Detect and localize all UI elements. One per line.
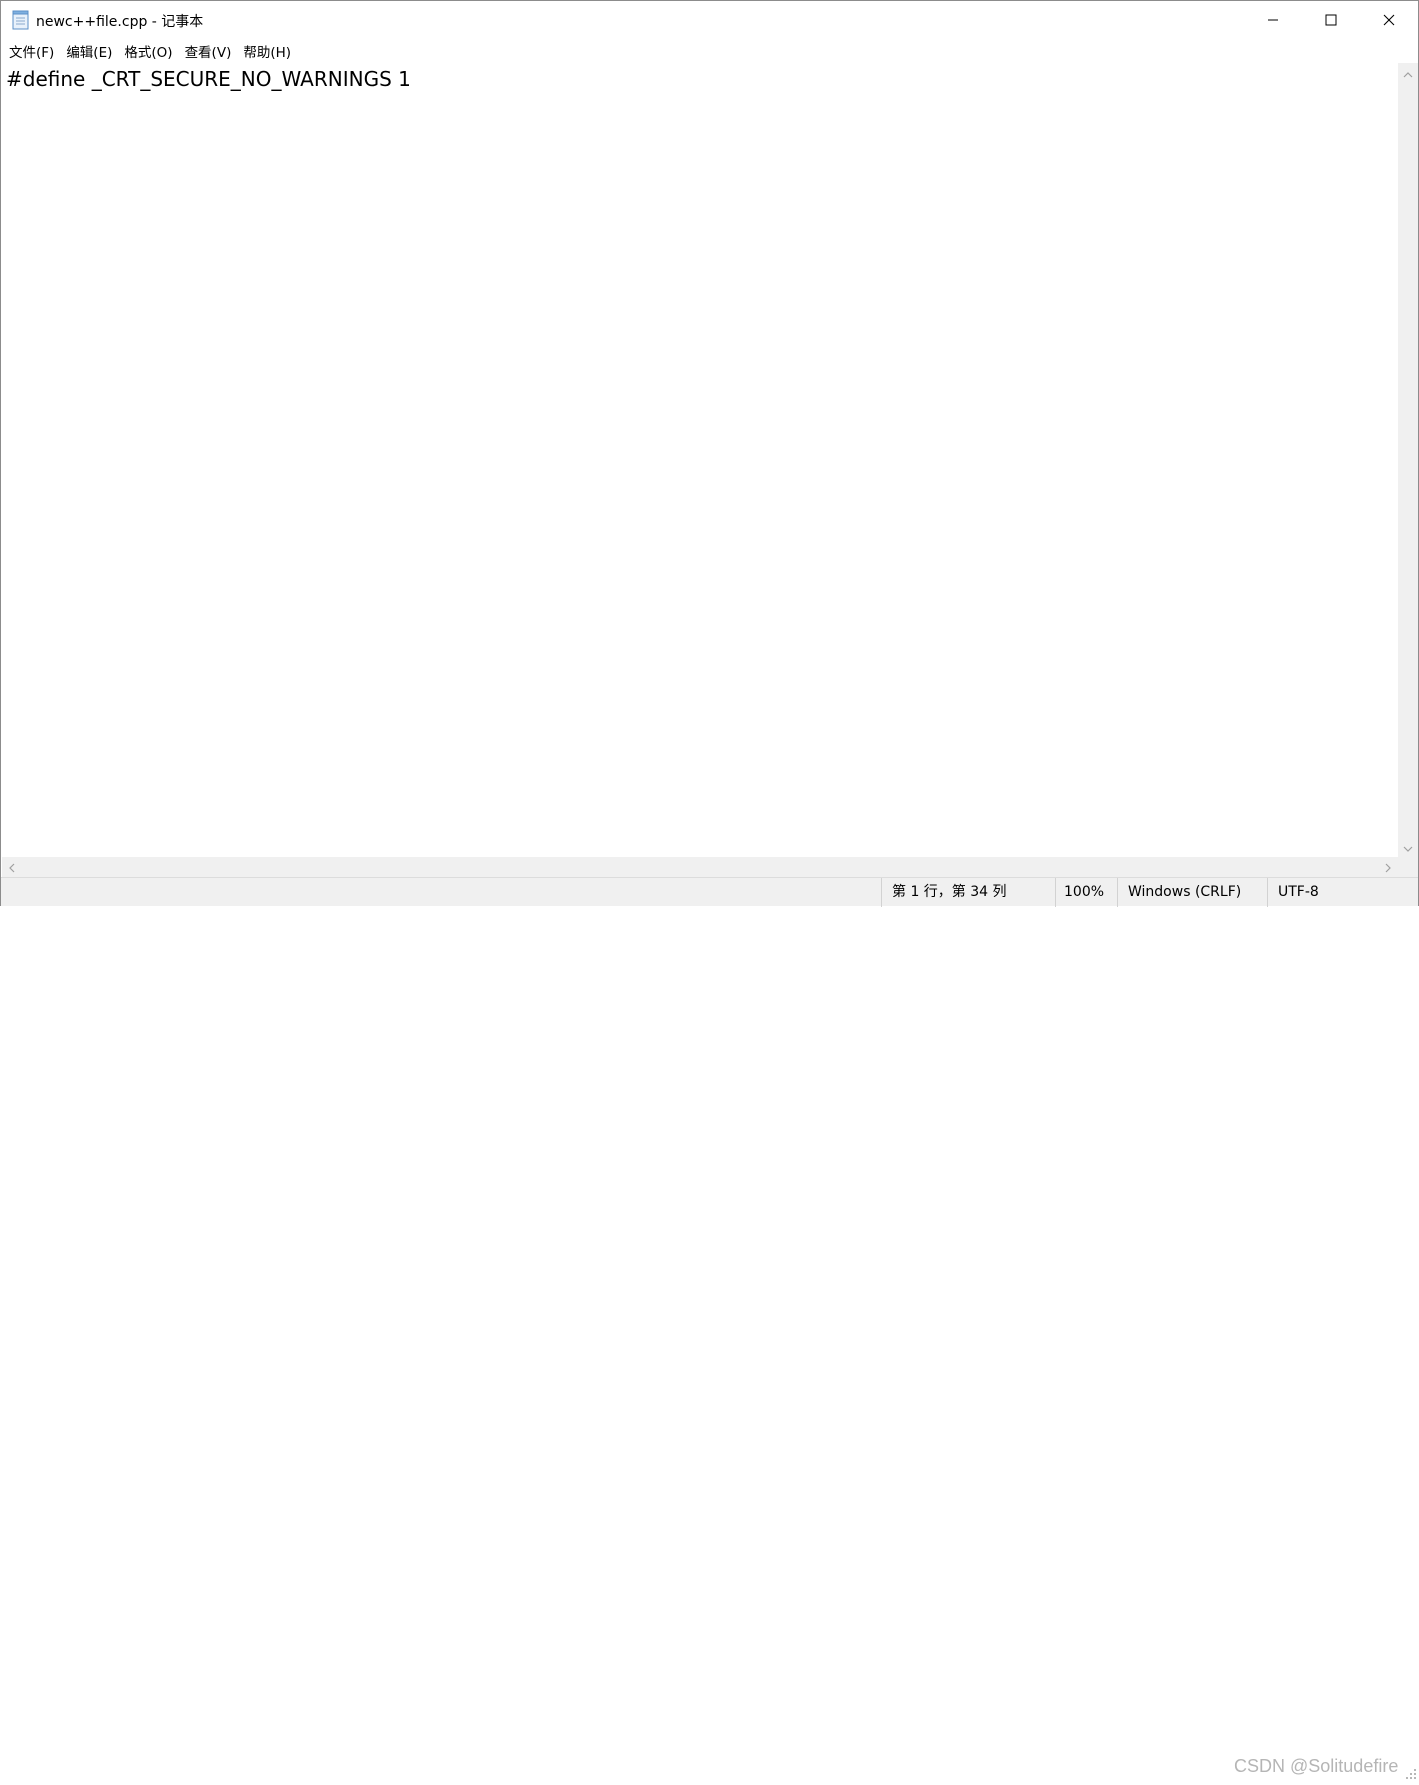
minimize-icon	[1267, 11, 1279, 30]
menu-format[interactable]: 格式(O)	[118, 39, 178, 63]
close-icon	[1383, 11, 1395, 30]
scroll-left-button[interactable]	[2, 857, 22, 877]
line-ending: Windows (CRLF)	[1117, 878, 1267, 907]
minimize-button[interactable]	[1244, 1, 1302, 39]
menu-bar: 文件(F) 编辑(E) 格式(O) 查看(V) 帮助(H)	[1, 39, 1418, 63]
scroll-up-button[interactable]	[1398, 63, 1418, 83]
status-bar: 第 1 行，第 34 列 100% Windows (CRLF) UTF-8 C…	[1, 877, 1418, 1779]
chevron-down-icon	[1403, 838, 1413, 857]
maximize-button[interactable]	[1302, 1, 1360, 39]
chevron-up-icon	[1403, 64, 1413, 83]
close-button[interactable]	[1360, 1, 1418, 39]
notepad-icon	[12, 10, 30, 30]
zoom-level: 100%	[1055, 878, 1117, 907]
scroll-right-button[interactable]	[1378, 857, 1398, 877]
cursor-position: 第 1 行，第 34 列	[881, 878, 1055, 907]
editor-content[interactable]: #define _CRT_SECURE_NO_WARNINGS 1	[6, 67, 411, 91]
menu-help[interactable]: 帮助(H)	[237, 39, 297, 63]
notepad-window: newc++file.cpp - 记事本 文件(F) 编辑(E) 格式(O) 查…	[0, 0, 1419, 1779]
horizontal-scrollbar[interactable]	[2, 857, 1398, 877]
resize-grip-icon[interactable]	[1404, 1766, 1418, 1780]
chevron-right-icon	[1384, 858, 1392, 877]
scroll-down-button[interactable]	[1398, 837, 1418, 857]
encoding: UTF-8	[1267, 878, 1407, 907]
menu-edit[interactable]: 编辑(E)	[60, 39, 118, 63]
menu-view[interactable]: 查看(V)	[179, 39, 238, 63]
title-bar[interactable]: newc++file.cpp - 记事本	[1, 1, 1418, 39]
watermark: CSDN @Solitudefire	[1234, 1756, 1399, 1776]
menu-file[interactable]: 文件(F)	[3, 39, 60, 63]
window-title: newc++file.cpp - 记事本	[36, 14, 204, 30]
vertical-scrollbar[interactable]	[1398, 63, 1418, 857]
maximize-icon	[1325, 11, 1337, 30]
scroll-corner	[1398, 857, 1418, 877]
chevron-left-icon	[8, 858, 16, 877]
text-editor[interactable]: #define _CRT_SECURE_NO_WARNINGS 1	[2, 63, 1398, 857]
